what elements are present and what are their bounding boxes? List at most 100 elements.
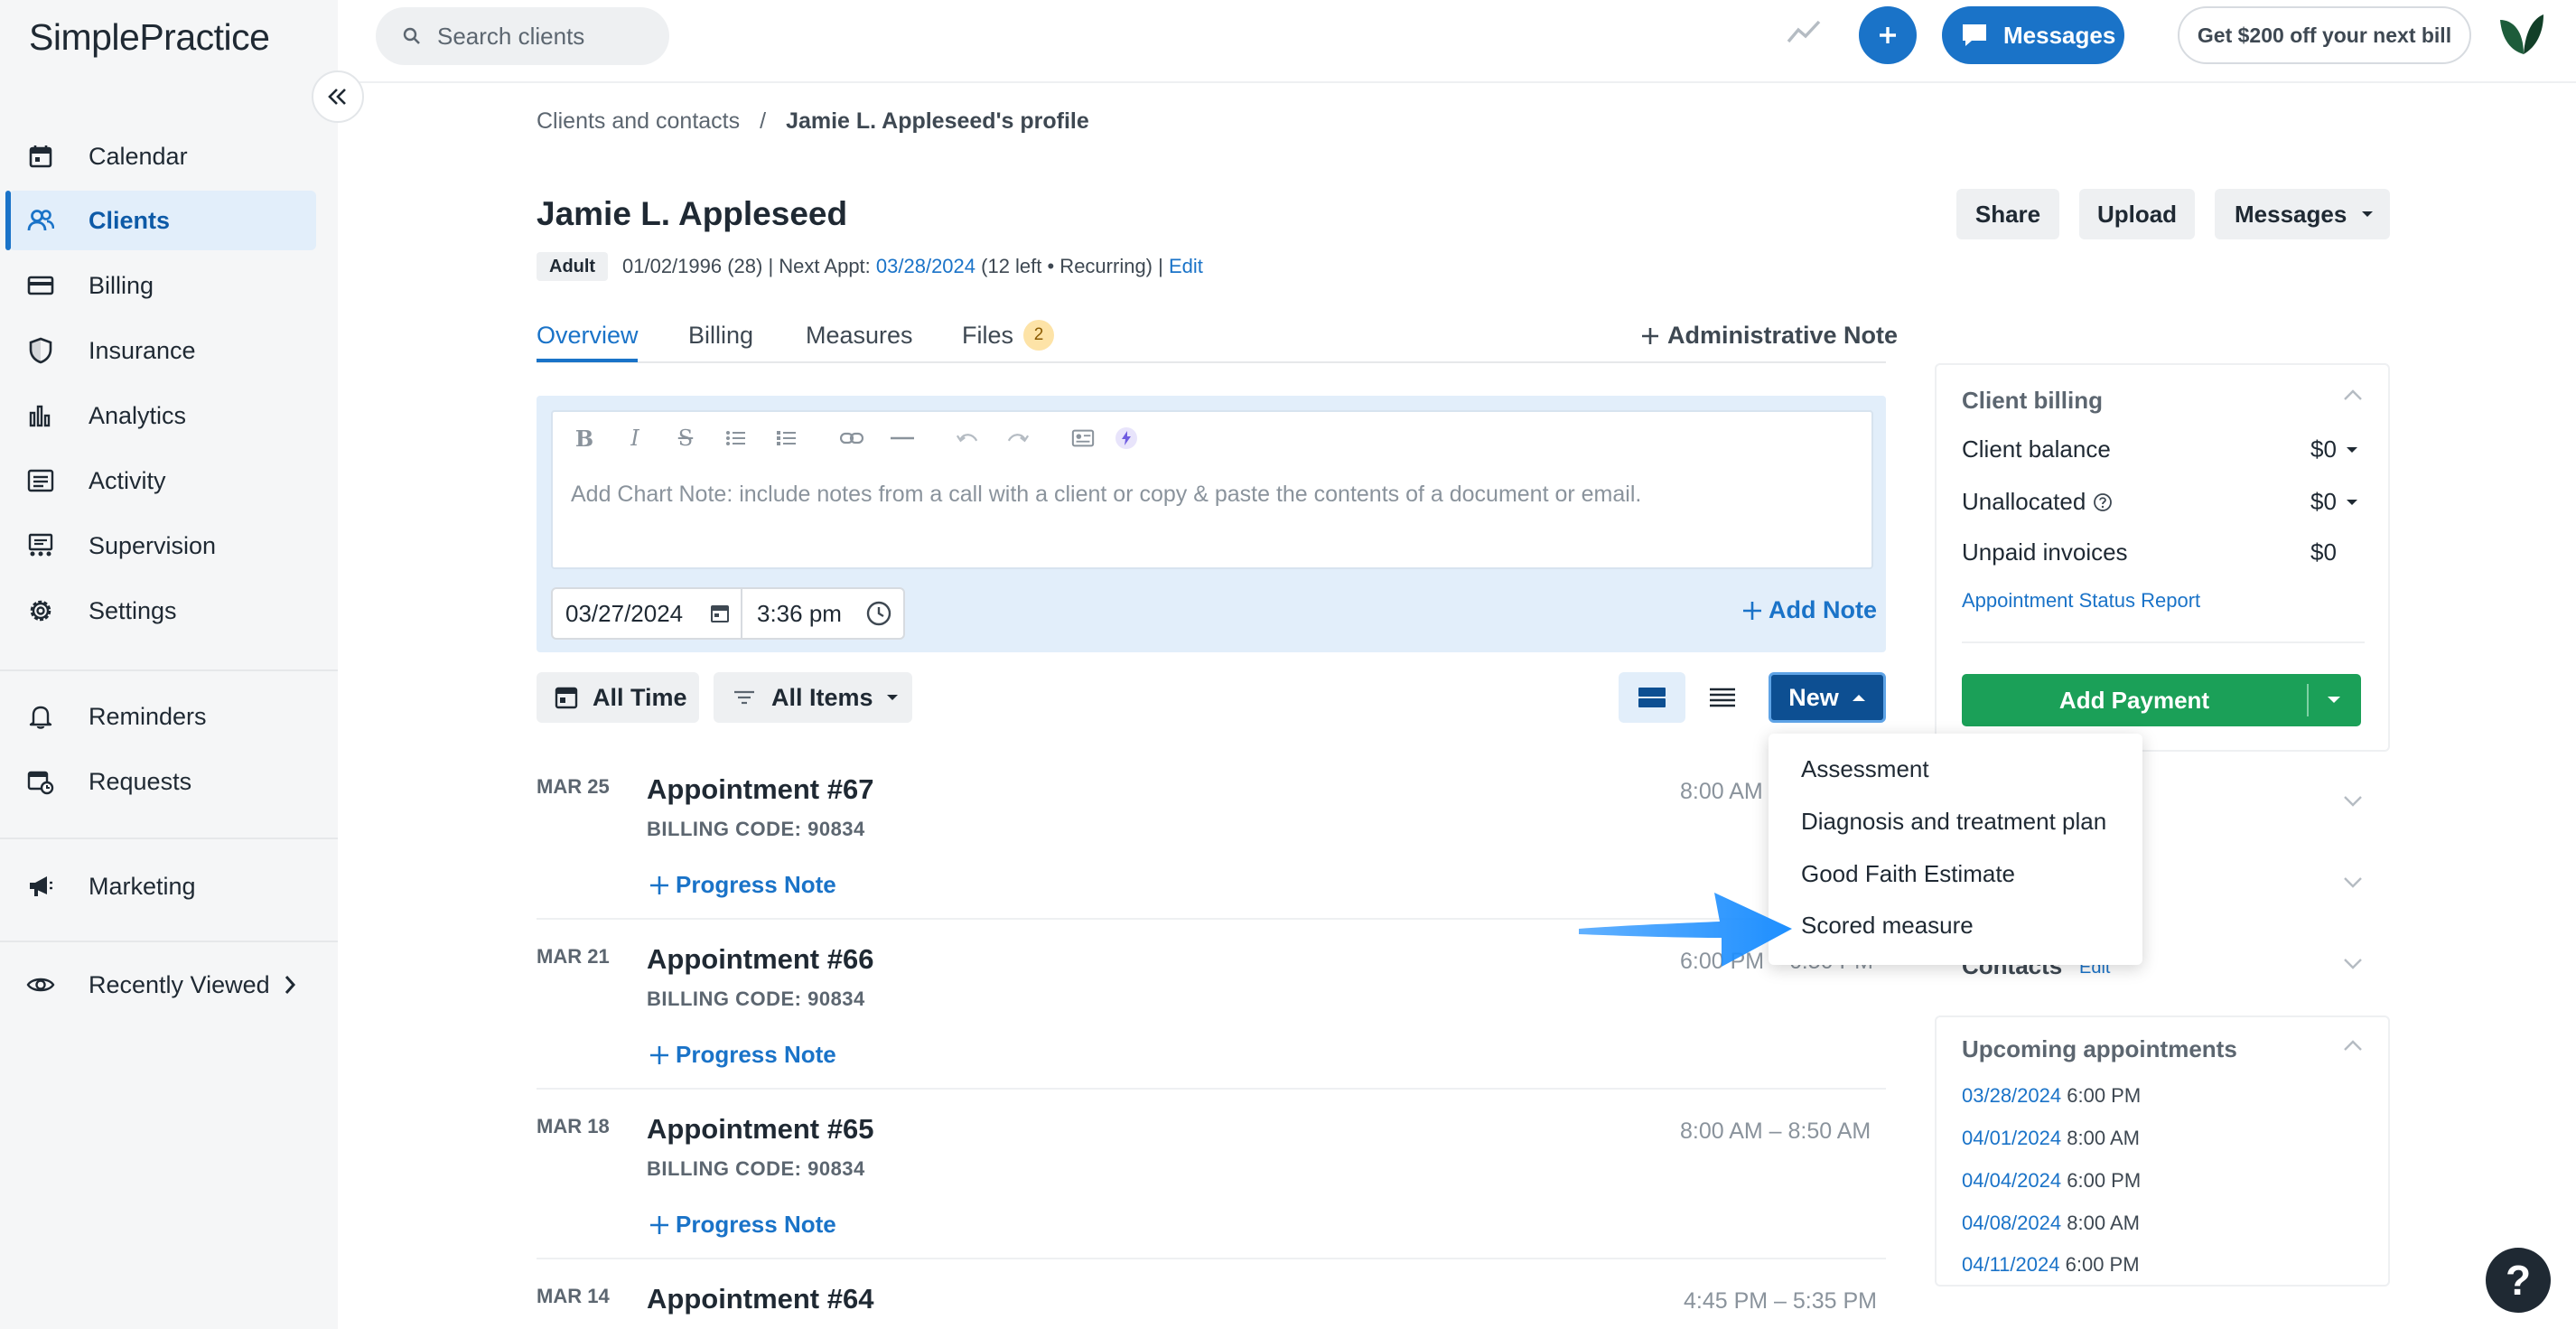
calendar-icon [555,686,578,709]
account-logo-icon[interactable] [2497,13,2547,58]
upload-button[interactable]: Upload [2079,189,2195,239]
caret-down-icon [2361,210,2374,219]
users-icon [25,205,56,236]
bold-icon[interactable]: B [573,426,596,452]
card-view-icon [1638,686,1666,709]
share-button[interactable]: Share [1956,189,2059,239]
caret-down-icon [2346,445,2358,454]
messages-button[interactable]: Messages [1942,6,2124,64]
client-billing-title: Client billing [1962,387,2103,414]
appointment-title[interactable]: Appointment #64 [647,1283,873,1315]
tab-billing[interactable]: Billing [688,322,753,350]
upcoming-date-link[interactable]: 04/01/2024 [1962,1127,2061,1149]
messages-dropdown-button[interactable]: Messages [2215,189,2390,239]
appointment-status-report-link[interactable]: Appointment Status Report [1962,589,2200,613]
plus-icon [1640,326,1660,346]
client-balance-value[interactable]: $0 [2310,435,2358,463]
sidebar-item-settings[interactable]: Settings [9,581,316,641]
tab-overview[interactable]: Overview [537,322,639,350]
sidebar-item-label: Settings [89,596,177,624]
help-circle-icon[interactable] [2093,492,2113,512]
search-input[interactable]: Search clients [376,7,669,65]
breadcrumb-current: Jamie L. Appleseed's profile [786,108,1089,134]
progress-note-button[interactable]: Progress Note [649,1211,836,1239]
sidebar-item-analytics[interactable]: Analytics [9,386,316,445]
appointment-title[interactable]: Appointment #65 [647,1113,873,1146]
sidebar-item-marketing[interactable]: Marketing [9,856,316,916]
billing-code: BILLING CODE: 90834 [647,987,865,1010]
add-note-button[interactable]: Add Note [1741,596,1877,624]
strikethrough-icon[interactable]: S [674,426,697,451]
horizontal-rule-icon[interactable] [891,426,914,450]
edit-client-link[interactable]: Edit [1169,255,1203,277]
promo-button[interactable]: Get $200 off your next bill [2178,6,2471,64]
upcoming-date-link[interactable]: 04/11/2024 [1962,1253,2059,1276]
sidebar-item-clients[interactable]: Clients [5,191,316,250]
add-payment-button[interactable]: Add Payment [1962,674,2361,726]
progress-note-button[interactable]: Progress Note [649,1041,836,1069]
insert-template-icon[interactable] [1071,426,1095,450]
upcoming-appointment: 04/08/2024 8:00 AM [1962,1212,2140,1235]
tab-measures[interactable]: Measures [806,322,913,350]
note-date-field[interactable]: 03/27/2024 [551,587,742,640]
progress-note-button[interactable]: Progress Note [649,871,836,899]
plus-icon [649,1214,670,1236]
chevron-down-icon[interactable] [2343,795,2363,808]
trend-chart-icon[interactable] [1787,18,1821,45]
menu-item-diagnosis-treatment-plan[interactable]: Diagnosis and treatment plan [1801,808,2106,836]
redo-icon[interactable] [1006,426,1030,450]
menu-item-assessment[interactable]: Assessment [1801,755,1929,783]
administrative-note-button[interactable]: Administrative Note [1640,322,1898,350]
bell-icon [25,701,56,732]
plus-icon [1741,600,1763,622]
double-chevron-left-icon [327,87,349,107]
chevron-down-icon[interactable] [2343,958,2363,970]
collapse-sidebar-button[interactable] [312,70,364,123]
upcoming-date-link[interactable]: 03/28/2024 [1962,1084,2061,1107]
sidebar-item-supervision[interactable]: Supervision [9,516,316,576]
breadcrumb-parent-link[interactable]: Clients and contacts [537,108,740,135]
chevron-up-icon[interactable] [2343,1039,2363,1052]
sidebar-item-activity[interactable]: Activity [9,451,316,510]
help-button[interactable]: ? [2486,1248,2551,1313]
menu-item-good-faith-estimate[interactable]: Good Faith Estimate [1801,860,2015,888]
caret-down-icon [886,693,899,702]
bullet-list-icon[interactable] [724,426,748,450]
link-icon[interactable] [840,426,863,450]
menu-item-scored-measure[interactable]: Scored measure [1801,912,1974,940]
smart-lightning-icon[interactable] [1115,426,1138,450]
note-time-field[interactable]: 3:36 pm [741,587,905,640]
card-view-toggle[interactable] [1619,672,1685,723]
app-logo[interactable]: SimplePractice [29,16,270,59]
undo-icon[interactable] [956,426,979,450]
unallocated-value[interactable]: $0 [2310,488,2358,516]
activity-list-icon [25,465,56,496]
chevron-up-icon[interactable] [2343,388,2363,401]
upcoming-date-link[interactable]: 04/08/2024 [1962,1212,2061,1234]
list-view-toggle[interactable] [1689,672,1756,723]
filter-lines-icon [733,689,755,706]
progress-note-label: Progress Note [676,871,836,898]
appointment-title[interactable]: Appointment #66 [647,943,873,976]
next-appt-link[interactable]: 03/28/2024 [876,255,975,277]
time-filter-button[interactable]: All Time [537,672,699,723]
appointment-title[interactable]: Appointment #67 [647,773,873,806]
new-item-button[interactable]: New [1769,672,1886,723]
sidebar-item-recently-viewed[interactable]: Recently Viewed [9,955,316,1015]
sidebar-item-billing[interactable]: Billing [9,256,316,315]
tab-files[interactable]: Files [962,322,1013,350]
caret-down-icon[interactable] [2327,696,2341,705]
sidebar-item-requests[interactable]: Requests [9,752,316,811]
appt-info: (12 left • Recurring) | [975,255,1169,277]
italic-icon[interactable]: I [623,426,647,451]
quick-add-button[interactable] [1859,6,1917,64]
add-note-label: Add Note [1769,596,1877,623]
sidebar-item-calendar[interactable]: Calendar [9,126,316,186]
plus-icon [649,875,670,896]
numbered-list-icon[interactable] [775,426,798,450]
upcoming-date-link[interactable]: 04/04/2024 [1962,1169,2061,1192]
sidebar-item-reminders[interactable]: Reminders [9,687,316,746]
items-filter-button[interactable]: All Items [714,672,912,723]
chevron-down-icon[interactable] [2343,876,2363,889]
sidebar-item-insurance[interactable]: Insurance [9,321,316,380]
